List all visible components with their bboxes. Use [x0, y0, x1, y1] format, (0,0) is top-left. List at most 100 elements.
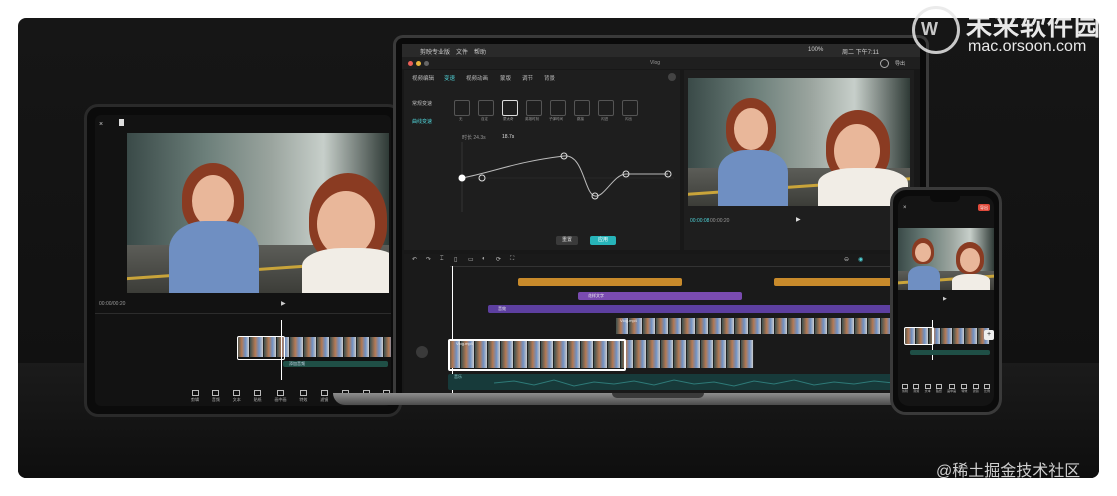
zoom-out-icon[interactable]: ⊖: [844, 256, 849, 263]
duration-label: 时长 24.3s: [462, 135, 486, 141]
phone-toolbar-sticker[interactable]: 贴纸: [935, 384, 942, 394]
phone-toolbar: 剪辑 音频 文本 贴纸 画中画 特效 滤镜 比例: [902, 384, 990, 394]
preset-montage[interactable]: [502, 100, 518, 116]
zoom-window-button[interactable]: [424, 61, 429, 66]
preset-flash-in[interactable]: [598, 100, 614, 116]
mirror-icon[interactable]: ◐: [482, 256, 486, 262]
tablet-timecode: 00:00/00:20: [99, 301, 126, 307]
delete-icon[interactable]: ▯: [454, 256, 457, 263]
tablet-screen: × 00:00/00:20 ▶ 添加音频 剪辑 音频 文本 贴纸 画中画 特效: [95, 115, 391, 406]
overlay-clip-label: Vlog.mp4: [620, 318, 637, 323]
player-preview-video[interactable]: [688, 78, 910, 206]
tab-mask[interactable]: 蒙版: [500, 74, 511, 82]
freeze-icon[interactable]: ▭: [468, 256, 474, 263]
toolbar-text[interactable]: 文本: [233, 390, 241, 404]
help-icon[interactable]: [880, 59, 889, 68]
effect-clip[interactable]: [488, 305, 908, 313]
phone-device: × 导出 ▶ + 剪辑 音频 文本 贴纸 画中画 特效 滤镜 比例: [890, 187, 1002, 415]
clock: 周二 下午7:11: [842, 50, 879, 56]
split-icon[interactable]: ⌶: [440, 256, 444, 263]
laptop-notch: [612, 393, 704, 398]
sticker-clip[interactable]: [518, 278, 682, 286]
speed-curve-editor[interactable]: [454, 142, 674, 212]
preset-custom[interactable]: [478, 100, 494, 116]
watermark-bottom: @稀土掘金技术社区: [936, 463, 1081, 480]
tablet-playhead[interactable]: [281, 320, 282, 380]
phone-toolbar-audio[interactable]: 音频: [913, 384, 919, 394]
rotate-icon[interactable]: ⟳: [496, 256, 501, 263]
player-total-time: 00:00:20: [710, 218, 730, 224]
phone-audio-track[interactable]: [910, 350, 990, 355]
overlay-video-track[interactable]: [616, 318, 908, 334]
audio-track-label: 音乐: [454, 374, 462, 379]
magnet-icon[interactable]: ◉: [858, 256, 863, 263]
time-ruler: [450, 266, 914, 267]
close-window-button[interactable]: [408, 61, 413, 66]
export-button[interactable]: 导出: [895, 60, 905, 67]
timeline-panel: ↶ ↷ ⌶ ▯ ▭ ◐ ⟳ ⛶ ⊖ ◉ 花样文字 音效 Vlog.mp4 Vlo…: [404, 254, 914, 400]
battery-status: 100%: [808, 47, 824, 53]
preset-none[interactable]: [454, 100, 470, 116]
menu-app[interactable]: 剪映专业版: [420, 47, 450, 56]
phone-play-icon[interactable]: ▶: [943, 296, 947, 302]
menu-help[interactable]: 帮助: [474, 47, 486, 56]
tablet-device: × 00:00/00:20 ▶ 添加音频 剪辑 音频 文本 贴纸 画中画 特效: [84, 104, 402, 417]
audio-waveform: [494, 379, 894, 387]
play-icon[interactable]: ▶: [281, 300, 286, 307]
tab-video-edit[interactable]: 视频编辑: [412, 74, 434, 82]
menu-file[interactable]: 文件: [456, 47, 468, 56]
tablet-audio-label: 添加音频: [289, 361, 305, 366]
phone-toolbar-ratio[interactable]: 比例: [983, 384, 990, 394]
mac-menubar: 剪映专业版 文件 帮助 100% 周二 下午7:11: [402, 44, 920, 57]
redo-icon[interactable]: ↷: [426, 256, 431, 263]
speed-panel: 视频编辑 变速 视频动画 蒙版 调节 背景 常规变速 曲线变速 无 自定 蒙太奇…: [404, 70, 680, 250]
phone-preview-video[interactable]: [898, 228, 994, 290]
tab-background[interactable]: 背景: [544, 74, 555, 82]
tab-speed[interactable]: 变速: [444, 74, 455, 82]
phone-toolbar-pip[interactable]: 画中画: [947, 384, 956, 394]
preset-bullet-time[interactable]: [550, 100, 566, 116]
player-current-time: 00:00:08: [690, 218, 710, 224]
minimize-window-button[interactable]: [416, 61, 421, 66]
selected-video-clip[interactable]: [448, 339, 626, 371]
undo-icon[interactable]: ↶: [412, 256, 417, 263]
speed-mode-normal[interactable]: 常规变速: [412, 100, 432, 107]
play-icon[interactable]: ▶: [796, 216, 801, 223]
toolbar-effects[interactable]: 特效: [299, 390, 307, 404]
phone-add-clip-button[interactable]: +: [984, 330, 994, 340]
phone-toolbar-edit[interactable]: 剪辑: [902, 384, 908, 394]
text-clip-label: 花样文字: [588, 293, 604, 298]
phone-selected-clip[interactable]: [904, 327, 934, 345]
toolbar-filter[interactable]: 滤镜: [320, 390, 328, 404]
collapse-panel-button[interactable]: [668, 73, 676, 81]
phone-toolbar-text[interactable]: 文本: [924, 384, 931, 394]
preset-hero-moment[interactable]: [526, 100, 542, 116]
toolbar-audio[interactable]: 音频: [212, 390, 220, 404]
add-media-button[interactable]: [416, 346, 428, 358]
window-titlebar: Vlog 导出: [402, 57, 920, 69]
tablet-selected-clip[interactable]: [237, 336, 285, 360]
document-icon: [119, 119, 124, 126]
close-icon[interactable]: ×: [903, 205, 907, 211]
phone-toolbar-filter[interactable]: 滤镜: [972, 384, 979, 394]
main-clip-label: Vlog.mp4: [456, 341, 473, 346]
tablet-preview-video[interactable]: [127, 133, 389, 293]
speed-mode-curve[interactable]: 曲线变速: [412, 118, 432, 125]
watermark-logo-icon: W: [912, 6, 960, 54]
preset-jump-cut[interactable]: [574, 100, 590, 116]
preset-flash-out[interactable]: [622, 100, 638, 116]
tab-adjust[interactable]: 调节: [522, 74, 533, 82]
phone-screen: × 导出 ▶ + 剪辑 音频 文本 贴纸 画中画 特效 滤镜 比例: [898, 196, 994, 406]
reset-button[interactable]: 重置: [556, 236, 578, 245]
crop-icon[interactable]: ⛶: [510, 256, 514, 263]
phone-export-button[interactable]: 导出: [978, 204, 990, 211]
toolbar-sticker[interactable]: 贴纸: [254, 390, 262, 404]
close-icon[interactable]: ×: [99, 121, 103, 128]
tab-video-animation[interactable]: 视频动画: [466, 74, 488, 82]
effect-clip-label: 音效: [498, 306, 506, 311]
toolbar-edit[interactable]: 剪辑: [191, 390, 199, 404]
phone-toolbar-effects[interactable]: 特效: [961, 384, 967, 394]
toolbar-pip[interactable]: 画中画: [275, 390, 287, 404]
apply-button[interactable]: 应用: [590, 236, 616, 245]
sticker-clip-2[interactable]: [774, 278, 904, 286]
